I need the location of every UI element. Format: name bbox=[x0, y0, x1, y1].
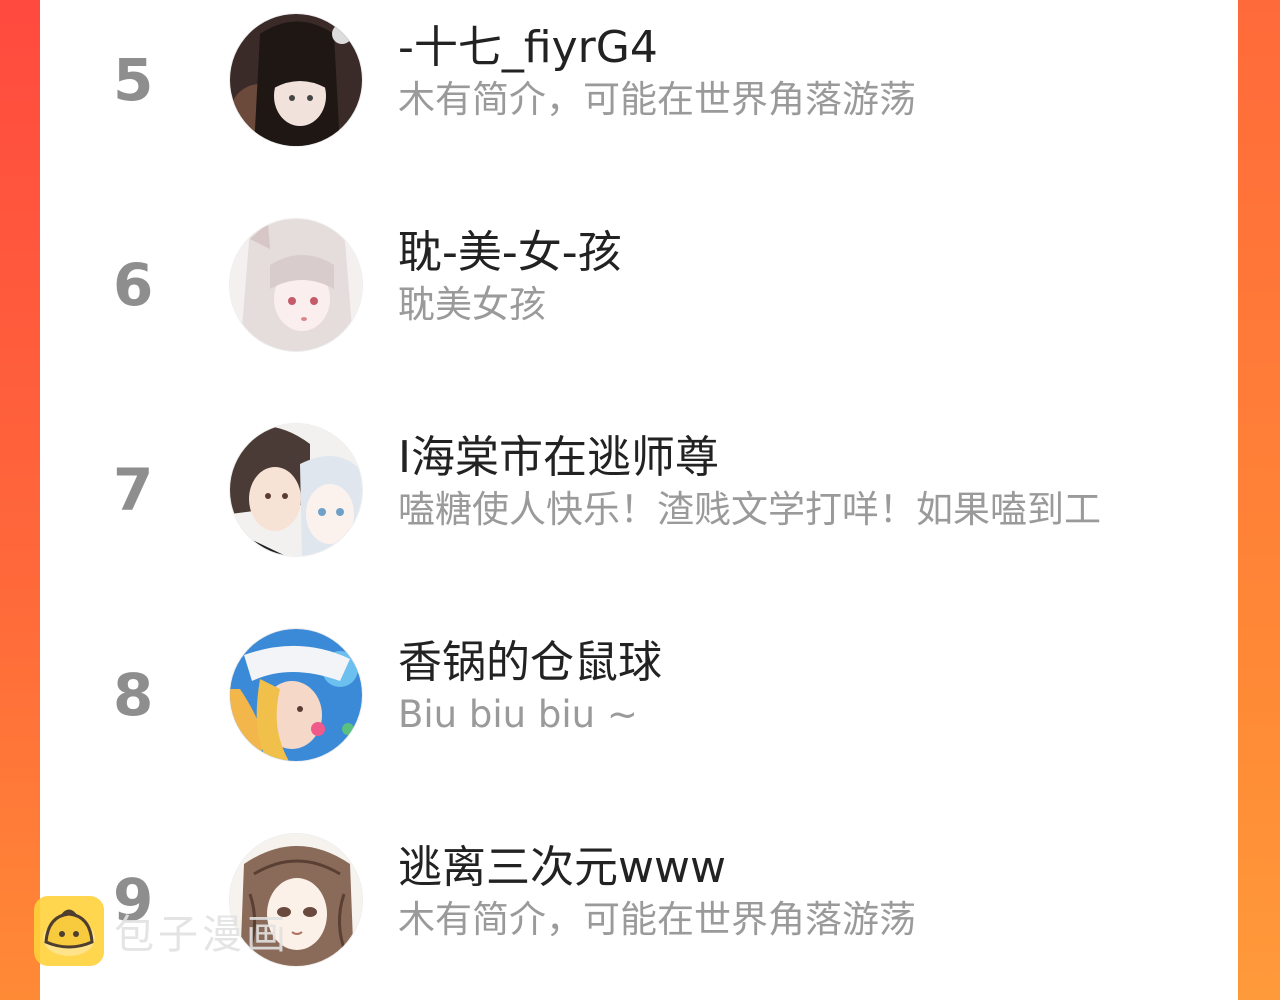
user-name[interactable]: 耽-美-女-孩 bbox=[398, 225, 622, 281]
user-name[interactable]: I海棠市在逃师尊 bbox=[398, 430, 719, 486]
list-item[interactable]: 7 I海棠市在逃师尊 嗑糖使人快乐！渣贱文学打咩！如果嗑到工 bbox=[40, 420, 1238, 560]
user-bio: Biu biu biu ~ bbox=[398, 693, 638, 736]
user-bio: 木有简介，可能在世界角落游荡 bbox=[398, 78, 916, 121]
avatar[interactable] bbox=[229, 218, 363, 352]
anime-couple-avatar-icon bbox=[230, 424, 362, 556]
user-name[interactable]: 香锅的仓鼠球 bbox=[398, 635, 662, 691]
rank-number: 5 bbox=[113, 46, 154, 114]
anime-blonde-cap-avatar-icon bbox=[230, 629, 362, 761]
watermark-text: 包子漫画 bbox=[114, 912, 290, 958]
anime-girl-white-hair-avatar-icon bbox=[230, 219, 362, 351]
user-name[interactable]: 逃离三次元www bbox=[398, 840, 726, 896]
user-bio: 嗑糖使人快乐！渣贱文学打咩！如果嗑到工 bbox=[398, 488, 1101, 531]
user-bio: 木有简介，可能在世界角落游荡 bbox=[398, 898, 916, 941]
list-item[interactable]: 5 -十七_fiyrG4 木有简介，可能在世界角落游荡 bbox=[40, 10, 1238, 150]
avatar[interactable] bbox=[229, 423, 363, 557]
list-item[interactable]: 8 香锅的仓鼠球 Biu biu biu ~ bbox=[40, 625, 1238, 765]
rank-number: 7 bbox=[113, 456, 154, 524]
anime-girl-dark-hair-avatar-icon bbox=[230, 14, 362, 146]
user-name[interactable]: -十七_fiyrG4 bbox=[398, 20, 658, 76]
background-right-strip bbox=[1238, 0, 1280, 1000]
list-item[interactable]: 6 耽-美-女-孩 耽美女孩 bbox=[40, 215, 1238, 355]
avatar[interactable] bbox=[229, 13, 363, 147]
rank-number: 6 bbox=[113, 251, 154, 319]
rank-number: 8 bbox=[113, 661, 154, 729]
avatar[interactable] bbox=[229, 628, 363, 762]
bun-logo-icon bbox=[34, 896, 104, 966]
site-watermark: 包子漫画 bbox=[34, 895, 290, 967]
user-bio: 耽美女孩 bbox=[398, 283, 546, 326]
ranking-list-panel: 5 -十七_fiyrG4 木有简介，可能在世界角落游荡 6 耽-美-女-孩 耽美… bbox=[40, 0, 1238, 1000]
